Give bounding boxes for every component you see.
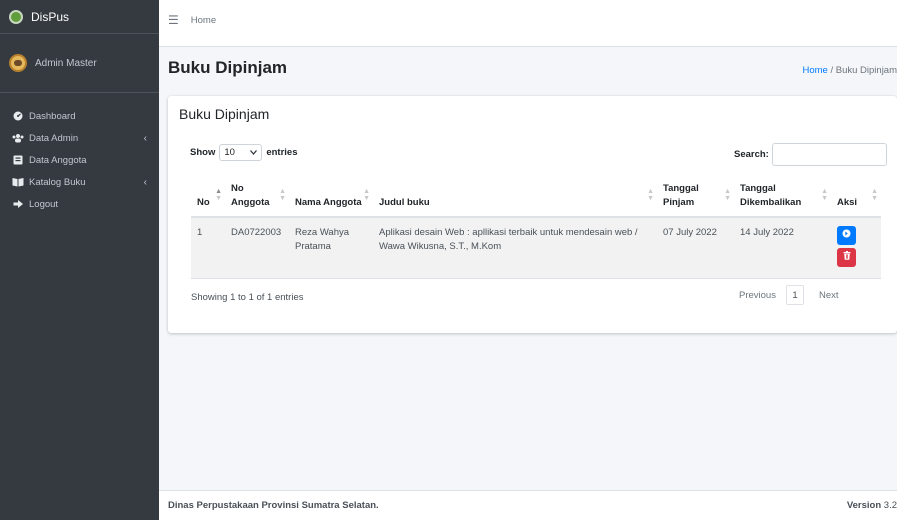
page-1-button[interactable]: 1	[785, 285, 804, 305]
sort-icon: ▲ ▼	[821, 188, 828, 202]
sidebar: DisPus Admin Master Dashboard Data Admin…	[0, 0, 159, 520]
sidebar-item-label: Data Admin	[29, 132, 79, 144]
brand-name: DisPus	[31, 9, 70, 24]
user-name: Admin Master	[35, 57, 97, 69]
next-page-button[interactable]: Next	[804, 290, 839, 301]
cell-judul-buku: Aplikasi desain Web : apllikasi terbaik …	[373, 217, 657, 279]
sort-icon: ▲ ▼	[279, 188, 286, 202]
book-icon	[12, 176, 24, 188]
sidebar-item-label: Katalog Buku	[29, 176, 86, 188]
breadcrumb-home-link[interactable]: Home	[802, 65, 827, 76]
sidebar-item-logout[interactable]: Logout	[0, 193, 159, 215]
sidebar-item-katalog-buku[interactable]: Katalog Buku ‹	[0, 171, 159, 193]
sidebar-item-data-admin[interactable]: Data Admin ‹	[0, 127, 159, 149]
borrowed-books-card: Buku Dipinjam Show 10 entries Search: No…	[168, 96, 897, 333]
page-title: Buku Dipinjam	[168, 58, 288, 77]
column-header-nama-anggota[interactable]: Nama Anggota ▲ ▼	[289, 172, 373, 218]
pagination: Previous 1 Next	[739, 285, 839, 305]
cell-aksi	[831, 217, 881, 279]
entries-value: 10	[224, 147, 235, 158]
return-book-button[interactable]	[837, 226, 856, 245]
column-header-no-anggota[interactable]: No Anggota ▲ ▼	[225, 172, 289, 218]
table-row: 1 DA0722003 Reza Wahya Pratama Aplikasi …	[191, 217, 881, 279]
card-title: Buku Dipinjam	[179, 106, 270, 122]
sort-icon: ▲ ▼	[215, 188, 222, 202]
sort-icon: ▲ ▼	[724, 188, 731, 202]
cell-no: 1	[191, 217, 225, 279]
user-panel[interactable]: Admin Master	[0, 34, 159, 93]
entries-length-control: Show 10 entries	[190, 144, 298, 161]
users-icon	[12, 132, 24, 144]
sidebar-item-label: Dashboard	[29, 110, 76, 122]
column-header-no[interactable]: No ▲ ▼	[191, 172, 225, 218]
sort-icon: ▲ ▼	[647, 188, 654, 202]
id-card-icon	[12, 154, 24, 166]
logout-icon	[12, 198, 24, 210]
cell-no-anggota: DA0722003	[225, 217, 289, 279]
breadcrumb-separator: /	[830, 65, 834, 76]
brand-logo-icon	[9, 9, 23, 24]
breadcrumb: Home / Buku Dipinjam	[802, 65, 897, 76]
table-info: Showing 1 to 1 of 1 entries	[191, 292, 304, 303]
sidebar-item-data-anggota[interactable]: Data Anggota	[0, 149, 159, 171]
search-control: Search:	[734, 143, 887, 166]
sidebar-item-label: Data Anggota	[29, 154, 87, 166]
cell-tanggal-pinjam: 07 July 2022	[657, 217, 734, 279]
top-navbar: ☰ Home	[159, 0, 897, 47]
dashboard-icon	[12, 110, 24, 122]
sidebar-item-label: Logout	[29, 198, 59, 210]
avatar	[9, 54, 27, 72]
arrow-circle-right-icon	[842, 229, 851, 242]
entries-label: entries	[266, 147, 298, 158]
footer: Dinas Perpustakaan Provinsi Sumatra Sela…	[159, 490, 897, 520]
menu-toggle-icon[interactable]: ☰	[168, 13, 179, 27]
column-header-judul-buku[interactable]: Judul buku ▲ ▼	[373, 172, 657, 218]
column-header-tanggal-pinjam[interactable]: Tanggal Pinjam ▲ ▼	[657, 172, 734, 218]
entries-select[interactable]: 10	[219, 144, 263, 161]
brand-link[interactable]: DisPus	[0, 0, 159, 34]
sort-icon: ▲ ▼	[871, 188, 878, 202]
breadcrumb-current: Buku Dipinjam	[835, 65, 897, 76]
cell-nama-anggota: Reza Wahya Pratama	[289, 217, 373, 279]
footer-copyright: Dinas Perpustakaan Provinsi Sumatra Sela…	[168, 500, 379, 511]
table-header-row: No ▲ ▼ No Anggota ▲ ▼ Nama Anggota ▲ ▼ Judul b…	[191, 172, 881, 218]
search-label: Search:	[734, 149, 769, 160]
chevron-left-icon: ‹	[143, 132, 147, 144]
delete-button[interactable]	[837, 248, 856, 267]
sort-icon: ▲ ▼	[363, 188, 370, 202]
column-header-tanggal-dikembalikan[interactable]: Tanggal Dikembalikan ▲ ▼	[734, 172, 831, 218]
search-input[interactable]	[771, 143, 887, 166]
borrowed-books-table: No ▲ ▼ No Anggota ▲ ▼ Nama Anggota ▲ ▼ Judul b…	[191, 172, 881, 279]
show-label: Show	[190, 147, 216, 158]
column-header-aksi[interactable]: Aksi ▲ ▼	[831, 172, 881, 218]
top-home-link[interactable]: Home	[191, 15, 216, 26]
version-label: Version	[846, 500, 882, 511]
footer-version: Version 3.2	[847, 500, 897, 511]
sidebar-nav: Dashboard Data Admin ‹ Data Anggota Kata…	[0, 93, 159, 215]
cell-tanggal-dikembalikan: 14 July 2022	[734, 217, 831, 279]
chevron-down-icon	[250, 147, 258, 158]
previous-page-button[interactable]: Previous	[739, 290, 786, 301]
version-number: 3.2	[883, 500, 897, 511]
chevron-left-icon: ‹	[143, 176, 147, 188]
trash-icon	[843, 250, 851, 264]
sidebar-item-dashboard[interactable]: Dashboard	[0, 105, 159, 127]
